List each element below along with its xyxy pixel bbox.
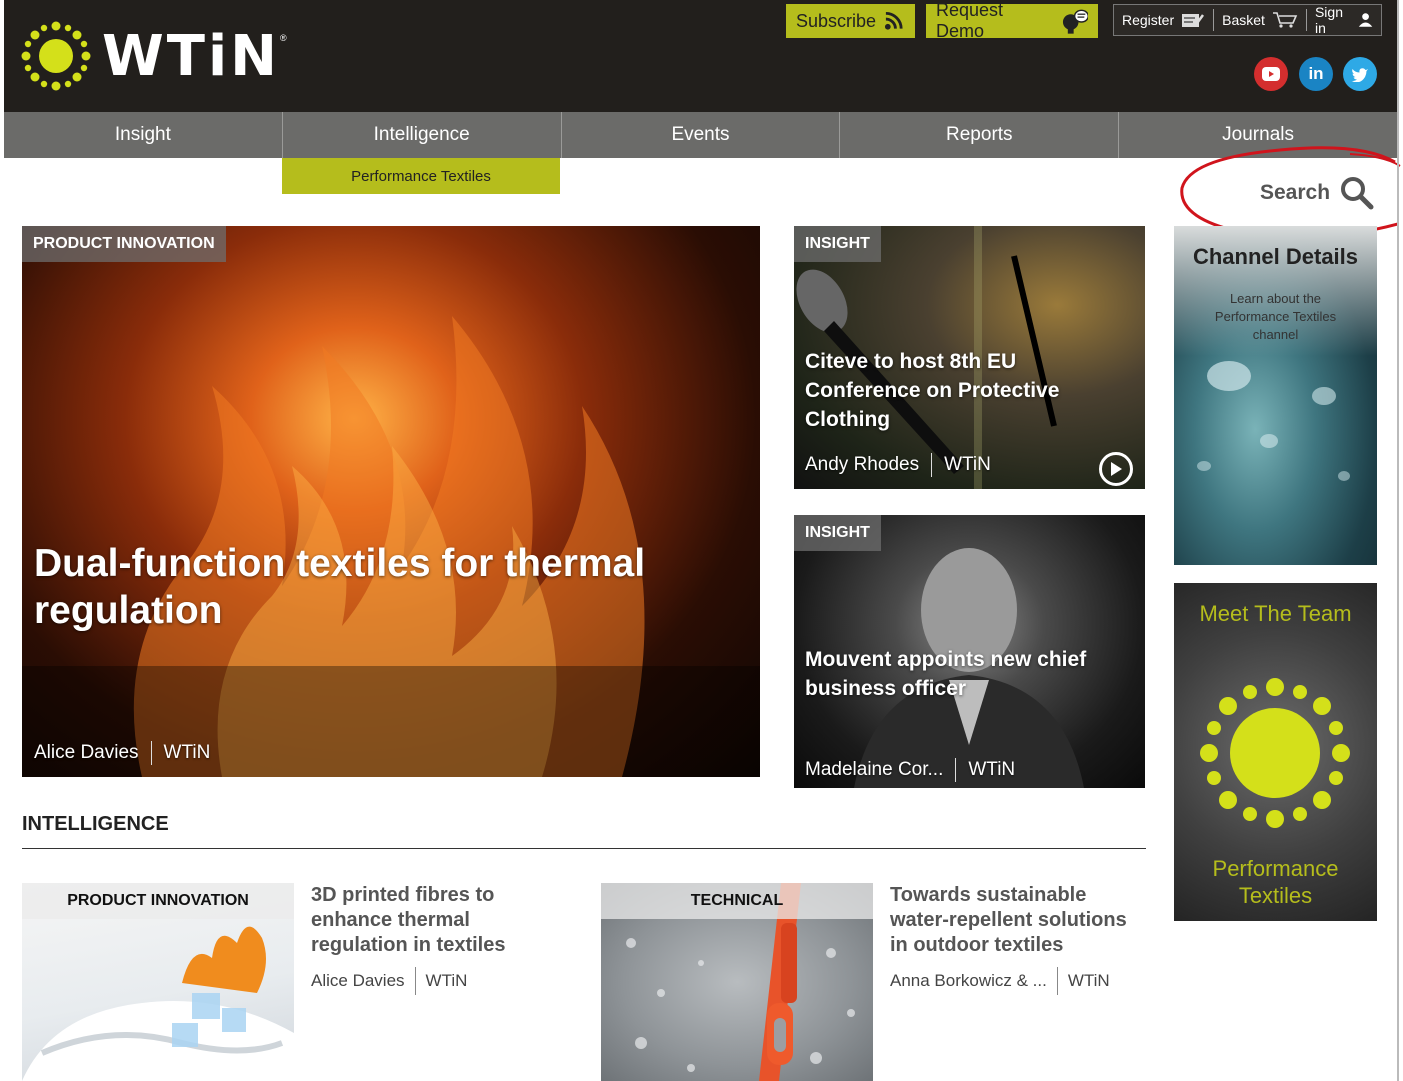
card3-author: Madelaine Cor... bbox=[805, 759, 944, 780]
byline-divider bbox=[955, 758, 957, 782]
meet-the-team-footer: Performance Textiles bbox=[1212, 856, 1339, 908]
search-button[interactable]: Search bbox=[1260, 176, 1374, 210]
article-card-mouvent[interactable]: INSIGHT Mouvent appoints new chief busin… bbox=[794, 515, 1145, 788]
search-icon bbox=[1341, 177, 1374, 210]
card2-author: Andy Rhodes bbox=[805, 454, 920, 475]
water-droplets-image bbox=[1197, 361, 1350, 481]
basket-icon bbox=[1272, 12, 1298, 28]
request-demo-button[interactable]: Request Demo bbox=[926, 0, 1098, 41]
card3-source: WTiN bbox=[968, 759, 1016, 780]
speaking-head-icon bbox=[1062, 9, 1088, 34]
register-link[interactable]: Register bbox=[1114, 9, 1213, 31]
nav-reports[interactable]: Reports bbox=[840, 112, 1120, 158]
rss-icon bbox=[884, 11, 903, 30]
article-byline-water-repellent: Anna Borkowicz & ... WTiN bbox=[890, 967, 1110, 995]
card3-title: Mouvent appoints new chief business offi… bbox=[805, 648, 1087, 700]
byline-divider bbox=[1056, 967, 1058, 995]
byline-divider bbox=[414, 967, 416, 995]
channel-details-panel[interactable]: Channel Details Learn about the Performa… bbox=[1174, 226, 1377, 565]
article-author: Alice Davies bbox=[311, 971, 405, 990]
meet-the-team-panel[interactable]: Meet The Team Performance Textiles bbox=[1174, 583, 1377, 921]
subscribe-button[interactable]: Subscribe bbox=[786, 4, 915, 38]
request-demo-label: Request Demo bbox=[936, 0, 1004, 41]
channel-details-subtitle: Learn about the Performance Textiles cha… bbox=[1214, 291, 1337, 342]
card2-byline: Andy Rhodes WTiN bbox=[805, 453, 991, 477]
card2-source: WTiN bbox=[944, 454, 991, 475]
sign-in-label: Sign in bbox=[1314, 4, 1343, 36]
byline-divider bbox=[150, 741, 152, 765]
sun-emblem-icon bbox=[1200, 678, 1350, 828]
section-title-intelligence: INTELLIGENCE bbox=[22, 813, 169, 835]
hero-title: Dual-function textiles for thermal regul… bbox=[34, 542, 646, 632]
hero-category-tag: PRODUCT INNOVATION bbox=[22, 226, 226, 262]
byline-divider bbox=[931, 453, 933, 477]
thumb1-category-tag: PRODUCT INNOVATION bbox=[22, 883, 294, 919]
nav-intelligence[interactable]: Intelligence bbox=[283, 112, 562, 158]
logo-wordmark: WTiN bbox=[102, 23, 281, 89]
article-byline-3d-fibres: Alice Davies WTiN bbox=[311, 967, 467, 995]
hero-author: Alice Davies bbox=[34, 742, 139, 763]
card3-byline: Madelaine Cor... WTiN bbox=[805, 758, 1015, 782]
nav-insight[interactable]: Insight bbox=[4, 112, 283, 158]
article-source: WTiN bbox=[425, 971, 468, 990]
card2-category-tag: INSIGHT bbox=[794, 226, 881, 262]
register-label: Register bbox=[1122, 12, 1175, 28]
wtin-logo[interactable]: WTiN ® bbox=[18, 16, 287, 96]
article-title-3d-fibres[interactable]: 3D printed fibres to enhance thermal reg… bbox=[311, 883, 531, 958]
account-links: Register Basket Sign in bbox=[1113, 4, 1382, 36]
channel-details-title: Channel Details bbox=[1192, 244, 1359, 269]
sign-in-link[interactable]: Sign in bbox=[1305, 4, 1381, 36]
hero-byline: Alice Davies WTiN bbox=[34, 741, 210, 765]
window-edge bbox=[1397, 0, 1399, 1081]
registered-mark: ® bbox=[280, 33, 287, 43]
user-icon bbox=[1358, 13, 1373, 27]
search-label: Search bbox=[1260, 181, 1331, 204]
hero-source: WTiN bbox=[163, 742, 211, 763]
thumb2-category-tag: TECHNICAL bbox=[601, 883, 873, 919]
sun-logo-icon bbox=[21, 21, 91, 91]
meet-the-team-title: Meet The Team bbox=[1199, 601, 1352, 626]
article-card-citeve[interactable]: INSIGHT Citeve to host 8th EU Conference… bbox=[794, 226, 1145, 489]
basket-link[interactable]: Basket bbox=[1213, 9, 1306, 31]
subnav-performance-textiles[interactable]: Performance Textiles bbox=[282, 158, 560, 194]
subscribe-label: Subscribe bbox=[796, 10, 877, 31]
card3-category-tag: INSIGHT bbox=[794, 515, 881, 551]
article-source: WTiN bbox=[1067, 971, 1110, 990]
section-divider bbox=[22, 848, 1146, 849]
hero-article-card[interactable]: PRODUCT INNOVATION Dual-function textile… bbox=[22, 226, 760, 777]
card2-title: Citeve to host 8th EU Conference on Prot… bbox=[805, 350, 1060, 431]
linkedin-icon[interactable]: in bbox=[1299, 57, 1333, 91]
play-video-icon[interactable] bbox=[1099, 452, 1133, 486]
article-thumb-3d-fibres[interactable]: PRODUCT INNOVATION bbox=[22, 883, 294, 1081]
flames-image bbox=[22, 316, 760, 777]
youtube-icon[interactable] bbox=[1254, 57, 1288, 91]
article-thumb-water-repellent[interactable]: TECHNICAL bbox=[601, 883, 873, 1081]
basket-label: Basket bbox=[1222, 12, 1265, 28]
site-header: WTiN ® Subscribe Request Demo Register B… bbox=[4, 0, 1397, 112]
article-author: Anna Borkowicz & ... bbox=[890, 971, 1047, 990]
article-title-water-repellent[interactable]: Towards sustainable water-repellent solu… bbox=[890, 883, 1140, 958]
twitter-icon[interactable] bbox=[1343, 57, 1377, 91]
register-form-icon bbox=[1182, 14, 1205, 27]
nav-events[interactable]: Events bbox=[562, 112, 841, 158]
